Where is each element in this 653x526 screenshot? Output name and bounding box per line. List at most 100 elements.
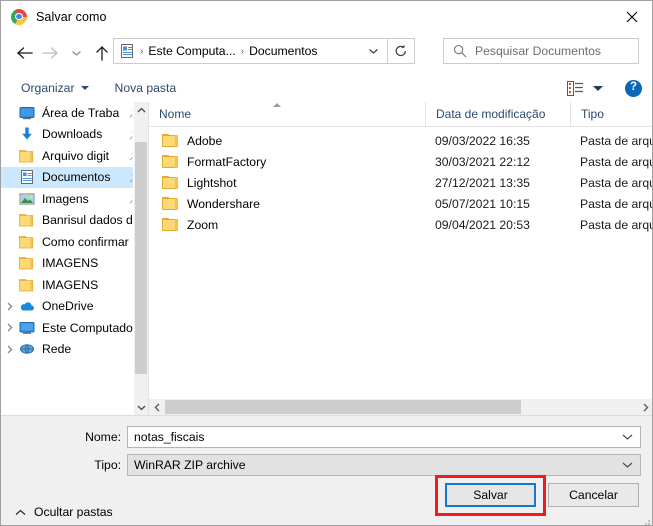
expand-chevron-icon[interactable] — [1, 302, 19, 311]
sidebar-item-label: Como confirmar — [42, 234, 129, 249]
resize-grip[interactable] — [641, 516, 651, 525]
sidebar-item-banrisul-dados-d[interactable]: Banrisul dados d — [1, 210, 148, 232]
chevron-up-icon — [137, 107, 145, 112]
sidebar-scrollbar[interactable] — [133, 102, 148, 415]
chevron-down-icon[interactable] — [622, 434, 633, 441]
address-dropdown-button[interactable] — [368, 47, 379, 55]
download-icon — [19, 126, 35, 142]
filetype-dropdown[interactable]: WinRAR ZIP archive — [127, 454, 641, 476]
pictures-icon — [19, 191, 35, 207]
file-list-row[interactable]: Wondershare 05/07/2021 10:15 Pasta de arqu — [149, 193, 653, 214]
file-type-cell: Pasta de arqu — [580, 196, 653, 211]
sidebar-item-documentos[interactable]: Documentos — [1, 166, 148, 188]
sidebar-item-label: Imagens — [42, 191, 89, 206]
file-name-label: Adobe — [187, 133, 223, 148]
column-header-type[interactable]: Tipo — [570, 102, 652, 126]
chevron-down-icon[interactable] — [622, 462, 633, 469]
file-modified-cell: 09/04/2021 20:53 — [435, 217, 530, 232]
chrome-icon — [11, 8, 27, 25]
chevron-up-icon — [15, 509, 26, 516]
scroll-left-button[interactable] — [149, 399, 165, 415]
hide-folders-toggle[interactable]: Ocultar pastas — [15, 505, 113, 519]
sidebar-item-como-confirmar[interactable]: Como confirmar — [1, 231, 148, 253]
file-modified-cell: 09/03/2022 16:35 — [435, 133, 530, 148]
file-name-cell: FormatFactory — [149, 155, 425, 169]
sidebar-item-imagens[interactable]: IMAGENS — [1, 253, 148, 275]
file-name-cell: Lightshot — [149, 176, 425, 190]
view-options-chevron-icon[interactable] — [593, 85, 603, 91]
sidebar-item-imagens[interactable]: IMAGENS — [1, 274, 148, 296]
file-list-row[interactable]: Lightshot 27/12/2021 13:35 Pasta de arqu — [149, 172, 652, 193]
file-type-cell: Pasta de arqu — [580, 217, 653, 232]
file-list: Adobe 09/03/2022 16:35 Pasta de arqu Format… — [149, 127, 653, 235]
expand-chevron-icon[interactable] — [1, 345, 19, 354]
chevron-right-icon — [7, 302, 13, 311]
file-type-cell: Pasta de arqu — [580, 133, 653, 148]
sidebar-item-downloads[interactable]: Downloads — [1, 124, 148, 146]
file-name-cell: Adobe — [149, 134, 425, 148]
folder-icon — [162, 176, 178, 189]
refresh-button[interactable] — [388, 38, 415, 64]
chevron-left-icon — [154, 403, 160, 411]
dialog-body: Área de Traba Downloads Arquivo digit Docum… — [1, 102, 653, 415]
forward-button[interactable] — [37, 40, 63, 66]
breadcrumb-item-1[interactable]: Documentos — [249, 44, 317, 58]
chevron-down-icon — [80, 86, 89, 90]
folder-icon — [19, 234, 35, 250]
search-input[interactable]: Pesquisar Documentos — [475, 44, 601, 58]
column-label: Nome — [159, 107, 192, 121]
column-header-modified[interactable]: Data de modificação — [425, 102, 570, 126]
file-list-row[interactable]: Zoom 09/04/2021 20:53 Pasta de arqu — [149, 214, 653, 235]
breadcrumb-item-0[interactable]: Este Computa... — [148, 44, 235, 58]
sidebar-item-rea-de-traba[interactable]: Área de Traba — [1, 102, 148, 124]
organize-button[interactable]: Organizar — [15, 74, 95, 102]
sidebar-item-onedrive[interactable]: OneDrive — [1, 296, 148, 318]
column-header-name[interactable]: Nome — [149, 102, 425, 126]
save-button[interactable]: Salvar — [445, 483, 536, 507]
sidebar-item-label: Este Computador — [42, 320, 137, 335]
sidebar-item-este-computador[interactable]: Este Computador — [1, 317, 148, 339]
scroll-right-button[interactable] — [638, 399, 652, 415]
sidebar-item-label: Downloads — [42, 127, 103, 142]
scroll-down-button[interactable] — [134, 399, 148, 415]
sidebar-scroll-thumb[interactable] — [135, 142, 147, 374]
back-button[interactable] — [11, 40, 37, 66]
chevron-down-icon — [369, 49, 378, 54]
file-list-row[interactable]: FormatFactory 30/03/2021 22:12 Pasta de ar… — [149, 151, 652, 172]
filename-value: notas_fiscais — [134, 430, 205, 444]
recent-locations-button[interactable] — [63, 40, 89, 66]
expand-chevron-icon[interactable] — [1, 323, 19, 332]
new-folder-button[interactable]: Nova pasta — [109, 74, 183, 102]
sidebar-item-imagens[interactable]: Imagens — [1, 188, 148, 210]
horizontal-scrollbar[interactable] — [149, 399, 652, 415]
onedrive-icon — [19, 298, 35, 314]
sidebar-item-rede[interactable]: Rede — [1, 339, 148, 361]
view-list-icon[interactable] — [567, 80, 584, 96]
address-bar[interactable]: › Este Computa... › Documentos — [113, 38, 388, 64]
chevron-down-icon — [71, 51, 81, 56]
sidebar-item-arquivo-digit[interactable]: Arquivo digit — [1, 145, 148, 167]
sidebar-item-label: Documentos — [42, 170, 111, 185]
refresh-icon — [395, 44, 406, 57]
sort-ascending-icon — [273, 103, 281, 107]
new-folder-label: Nova pasta — [114, 81, 177, 95]
chevron-right-icon — [7, 323, 13, 332]
command-toolbar: Organizar Nova pasta ? — [1, 74, 652, 103]
sidebar-item-label: OneDrive — [42, 299, 94, 314]
file-modified-cell: 27/12/2021 13:35 — [435, 175, 530, 190]
filename-input[interactable]: notas_fiscais — [127, 426, 641, 448]
up-button[interactable] — [89, 40, 115, 66]
arrow-up-icon — [96, 46, 108, 61]
help-icon[interactable]: ? — [625, 79, 642, 97]
filename-label: Nome: — [85, 430, 121, 444]
horizontal-scroll-thumb[interactable] — [165, 400, 521, 414]
close-button[interactable] — [609, 1, 652, 32]
column-label: Tipo — [581, 107, 604, 121]
search-box[interactable]: Pesquisar Documentos — [443, 38, 639, 64]
breadcrumb-separator: › — [140, 45, 144, 57]
folder-icon — [162, 218, 178, 231]
scroll-up-button[interactable] — [134, 102, 148, 118]
file-list-row[interactable]: Adobe 09/03/2022 16:35 Pasta de arqu — [149, 130, 653, 151]
cancel-button[interactable]: Cancelar — [548, 483, 639, 507]
file-modified-cell: 30/03/2021 22:12 — [435, 154, 530, 169]
